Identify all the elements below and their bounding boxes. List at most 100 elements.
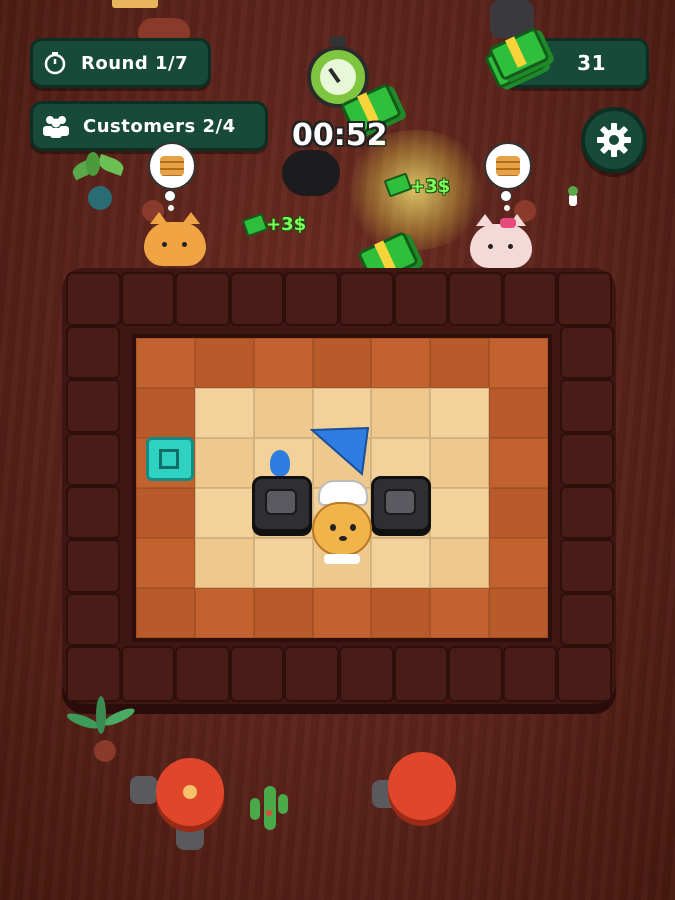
counter-block: [66, 272, 121, 326]
counter-block: [66, 432, 120, 486]
round-table-right: [388, 752, 456, 820]
potted-plant-bottom: [65, 696, 140, 766]
pancake-icon: [160, 156, 184, 176]
bubble-tail-left-2: [168, 205, 174, 211]
counter-block: [284, 272, 339, 326]
order-bubble-left: [148, 142, 196, 190]
counter-block: [393, 646, 449, 702]
blue-wedge: [310, 426, 370, 476]
gear-icon: [596, 122, 632, 158]
counter-block: [175, 272, 230, 326]
counter-block: [66, 326, 120, 380]
top-stool-left: [112, 0, 158, 8]
reward-right: +3$: [410, 176, 451, 197]
counter-block: [66, 486, 120, 540]
counter-block: [448, 646, 503, 702]
cash-stack-icon: [483, 26, 551, 90]
floor-tile: [253, 588, 313, 638]
floor-tile: [489, 538, 548, 588]
floor-tile: [253, 338, 313, 388]
floor-tile: [136, 588, 195, 638]
floor-tile: [371, 538, 431, 588]
bubble-tail-right: [500, 190, 512, 202]
floor-tile: [430, 388, 490, 438]
bubble-tail-right-2: [504, 205, 510, 211]
floor-tile: [371, 338, 431, 388]
counter-block: [229, 646, 285, 702]
floor-tile: [136, 388, 195, 438]
bubble-tail-left: [164, 190, 176, 202]
floor-tile: [136, 488, 195, 538]
floor-tile: [430, 538, 490, 588]
counter-block: [120, 646, 176, 702]
money-value: 31: [577, 51, 606, 75]
floor-tile: [136, 538, 195, 588]
round-label: Round 1/7: [81, 52, 189, 74]
floor-tile: [430, 438, 490, 488]
potted-plant-top: [68, 152, 130, 214]
floor-tile: [194, 588, 254, 638]
floor-tile: [489, 588, 548, 638]
counter-block: [339, 646, 394, 702]
blue-drop: [270, 450, 290, 476]
counter-block: [557, 646, 612, 702]
settings-button[interactable]: [581, 107, 647, 173]
counter-block: [66, 646, 121, 702]
round-table-left: [156, 758, 224, 826]
floor-tile: [194, 488, 254, 538]
customers-indicator: Customers 2/4: [30, 101, 268, 151]
round-indicator: Round 1/7: [30, 38, 211, 88]
floor-tile: [194, 388, 254, 438]
reward-left: +3$: [266, 214, 307, 235]
floor-tile: [489, 338, 548, 388]
floor-tile: [489, 438, 548, 488]
floor-tile: [312, 338, 372, 388]
dispenser-pad[interactable]: [146, 437, 194, 481]
counter-block: [120, 272, 176, 326]
orange-cat-customer: [144, 212, 206, 266]
counter-block: [66, 379, 120, 433]
floor-tile: [312, 588, 372, 638]
counter-block: [560, 592, 614, 646]
counter-block: [502, 272, 558, 326]
counter-block: [393, 272, 449, 326]
small-sprout: [566, 186, 580, 206]
counter-block: [66, 539, 120, 593]
floor-tile: [371, 388, 431, 438]
floor-tile: [194, 338, 254, 388]
counter-block: [560, 379, 614, 433]
cactus: [246, 786, 294, 836]
counter-block: [339, 272, 394, 326]
customers-label: Customers 2/4: [83, 115, 236, 137]
pancake-icon: [496, 156, 520, 176]
chair-left-1: [130, 776, 158, 804]
floor-tile: [371, 588, 431, 638]
chair-left-2: [176, 822, 204, 850]
floor-tile: [489, 488, 548, 538]
counter-block: [560, 539, 614, 593]
pink-cat-customer: [470, 214, 532, 268]
floor-tile: [430, 488, 490, 538]
floor-tile: [194, 438, 254, 488]
floor-tile: [253, 538, 313, 588]
cash-icon-small-left: [241, 212, 269, 238]
floor-tile: [489, 388, 548, 438]
black-cat-customer: [282, 150, 340, 196]
counter-block: [448, 272, 503, 326]
plate-station-right[interactable]: [371, 476, 431, 532]
floor-tile: [253, 388, 313, 438]
order-bubble-right: [484, 142, 532, 190]
floor-tile: [430, 338, 490, 388]
counter-block: [66, 592, 120, 646]
floor-tile: [430, 588, 490, 638]
counter-block: [557, 272, 612, 326]
people-icon: [41, 114, 71, 138]
chef-cat-player[interactable]: [308, 480, 376, 568]
stopwatch-icon: [43, 51, 67, 75]
floor-tile: [136, 338, 195, 388]
counter-block: [229, 272, 285, 326]
counter-block: [560, 486, 614, 540]
plate-station-left[interactable]: [252, 476, 312, 532]
counter-block: [284, 646, 339, 702]
counter-block: [560, 326, 614, 380]
